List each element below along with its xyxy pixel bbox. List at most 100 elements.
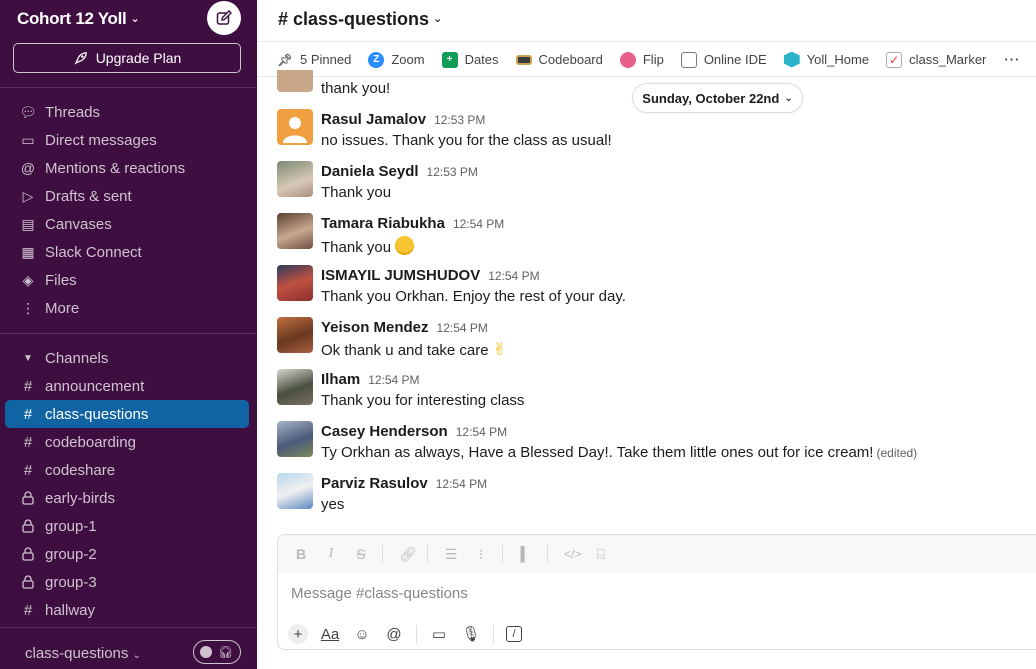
channel-hallway[interactable]: # hallway	[5, 596, 249, 624]
shortcuts-icon[interactable]: /	[506, 626, 522, 642]
nav-threads[interactable]: 💬︎ Threads	[0, 98, 257, 126]
channel-label: group-2	[45, 545, 97, 563]
channel-class-questions[interactable]: # class-questions	[5, 400, 249, 428]
mention-icon[interactable]: @	[384, 624, 404, 644]
message-timestamp[interactable]: 12:54 PM	[437, 321, 488, 335]
channel-early-birds[interactable]: early-birds	[5, 484, 249, 512]
victory-emoji[interactable]: ✌	[493, 340, 507, 360]
link-icon[interactable]: 🔗︎	[399, 546, 417, 563]
author-name: Casey Henderson	[321, 423, 448, 440]
message-author[interactable]: Daniela Seydl 12:53 PM	[321, 163, 478, 180]
avatar[interactable]	[277, 70, 313, 92]
hash-icon: #	[23, 377, 33, 395]
smile-emoji[interactable]	[395, 236, 415, 255]
bookmark-zoom[interactable]: Z Zoom	[368, 51, 425, 68]
rocket-icon	[74, 51, 87, 65]
nav-files[interactable]: ◈ Files	[0, 266, 257, 294]
dm-icon: ▭	[21, 131, 35, 148]
microphone-icon[interactable]: 🎙︎	[461, 624, 481, 644]
bookmark-label: Zoom	[391, 52, 425, 67]
bookmarks-more-button[interactable]: ···	[1004, 52, 1020, 67]
message-author[interactable]: Casey Henderson 12:54 PM	[321, 423, 507, 440]
video-icon[interactable]: ▭	[429, 624, 449, 644]
send-icon: ▷	[22, 187, 34, 204]
channels-section-header[interactable]: ▼ Channels	[0, 344, 257, 372]
channel-group-1[interactable]: group-1	[5, 512, 249, 540]
nav-mentions[interactable]: @ Mentions & reactions	[0, 154, 257, 182]
compose-button[interactable]	[207, 1, 241, 35]
bookmark-dates[interactable]: + Dates	[441, 51, 499, 68]
blockquote-icon[interactable]: ▍	[519, 546, 533, 563]
strikethrough-icon[interactable]: S	[354, 546, 368, 562]
emoji-icon[interactable]: ☺	[352, 624, 372, 644]
author-name: Ilham	[321, 371, 361, 388]
chevron-down-icon: ⌄	[130, 13, 140, 25]
channel-codeboarding[interactable]: # codeboarding	[5, 428, 249, 456]
avatar[interactable]	[277, 265, 313, 301]
marker-icon: ✓	[886, 51, 903, 68]
plus-icon[interactable]: +	[288, 624, 308, 644]
message-author[interactable]: Ilham 12:54 PM	[321, 371, 420, 388]
avatar[interactable]	[277, 161, 313, 197]
bookmark-online-ide[interactable]: Online IDE	[680, 51, 767, 68]
bookmark-codeboard[interactable]: Codeboard	[515, 52, 603, 67]
ordered-list-icon[interactable]: ☰	[444, 546, 458, 563]
avatar[interactable]	[277, 369, 313, 405]
divider	[0, 87, 257, 88]
sidebar-footer: class-questions ⌄ 🎧︎	[0, 627, 257, 669]
code-block-icon[interactable]: ⌸	[594, 546, 608, 563]
avatar[interactable]	[277, 421, 313, 457]
message-timestamp[interactable]: 12:53 PM	[434, 113, 485, 127]
message-timestamp[interactable]: 12:54 PM	[453, 217, 504, 231]
channel-announcement[interactable]: # announcement	[5, 372, 249, 400]
workspace-name[interactable]: Cohort 12 Yoll ⌄	[17, 9, 140, 29]
message-timestamp[interactable]: 12:54 PM	[456, 425, 507, 439]
message-author[interactable]: Yeison Mendez 12:54 PM	[321, 319, 488, 336]
message-timestamp[interactable]: 12:54 PM	[488, 269, 539, 283]
message-author[interactable]: ISMAYIL JUMSHUDOV 12:54 PM	[321, 267, 540, 284]
chevron-down-icon: ⌄	[433, 13, 443, 25]
channel-group-2[interactable]: group-2	[5, 540, 249, 568]
nav-slack-connect[interactable]: ▦ Slack Connect	[0, 238, 257, 266]
hash-icon: #	[23, 433, 33, 451]
avatar[interactable]	[277, 317, 313, 353]
bookmark-label: Flip	[642, 52, 664, 67]
avatar[interactable]	[277, 213, 313, 249]
message-timestamp[interactable]: 12:53 PM	[427, 165, 478, 179]
bulleted-list-icon[interactable]: ⁝	[474, 546, 488, 563]
chevron-down-icon: ⌄	[784, 92, 793, 104]
lock-icon	[20, 547, 36, 561]
upgrade-plan-button[interactable]: Upgrade Plan	[13, 43, 241, 73]
bookmark-pinned[interactable]: 📌︎ 5 Pinned	[277, 52, 351, 68]
threads-icon: 💬︎	[19, 103, 37, 120]
avatar[interactable]	[277, 473, 313, 509]
workspace-header[interactable]: Cohort 12 Yoll ⌄	[0, 0, 257, 38]
channel-title-button[interactable]: # class-questions ⌄	[278, 9, 442, 30]
nav-drafts[interactable]: ▷ Drafts & sent	[0, 182, 257, 210]
nav-more[interactable]: ⋮ More	[0, 294, 257, 322]
bookmark-flip[interactable]: Flip	[619, 51, 664, 68]
formatting-toggle-icon[interactable]: Aa	[320, 624, 340, 644]
nav-label: Direct messages	[45, 131, 157, 149]
toggle-knob	[200, 646, 212, 658]
bookmark-yoll-home[interactable]: Yoll_Home	[783, 51, 869, 68]
message-author[interactable]: Rasul Jamalov 12:53 PM	[321, 111, 485, 128]
message-author[interactable]: Tamara Riabukha 12:54 PM	[321, 215, 504, 232]
nav-label: Drafts & sent	[45, 187, 132, 205]
italic-icon[interactable]: I	[324, 546, 338, 562]
message-timestamp[interactable]: 12:54 PM	[436, 477, 487, 491]
huddle-toggle[interactable]: 🎧︎	[193, 640, 241, 664]
bold-icon[interactable]: B	[294, 546, 308, 562]
author-name: Yeison Mendez	[321, 319, 429, 336]
channel-codeshare[interactable]: # codeshare	[5, 456, 249, 484]
message-author[interactable]: Parviz Rasulov 12:54 PM	[321, 475, 487, 492]
channel-group-3[interactable]: group-3	[5, 568, 249, 596]
code-icon[interactable]: </>	[564, 547, 581, 561]
nav-direct-messages[interactable]: ▭ Direct messages	[0, 126, 257, 154]
footer-channel-switcher[interactable]: class-questions ⌄	[25, 645, 141, 662]
bookmark-class-marker[interactable]: ✓ class_Marker	[886, 51, 986, 68]
message-input[interactable]: Message #class-questions	[291, 585, 468, 602]
nav-canvases[interactable]: ▤ Canvases	[0, 210, 257, 238]
avatar[interactable]	[277, 109, 313, 145]
message-timestamp[interactable]: 12:54 PM	[368, 373, 419, 387]
